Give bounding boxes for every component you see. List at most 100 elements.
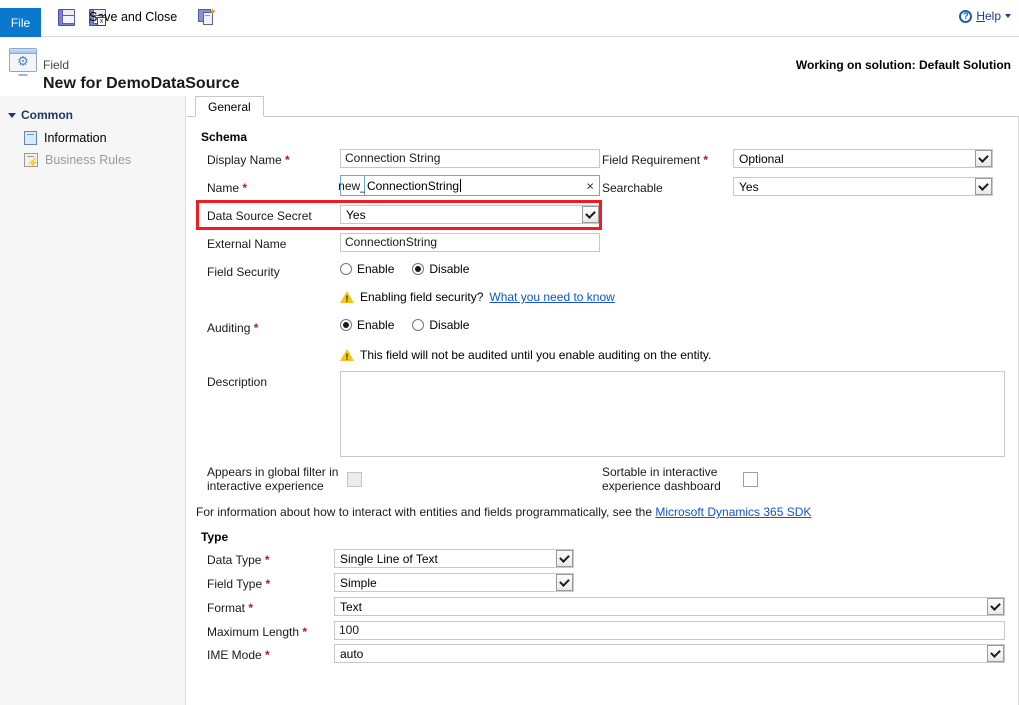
auditing-radio-group[interactable]: Enable Disable: [340, 318, 469, 332]
display-name-input[interactable]: Connection String: [340, 149, 600, 168]
external-name-label: External Name: [207, 237, 286, 251]
warning-icon: [340, 291, 354, 304]
external-name-input[interactable]: ConnectionString: [340, 233, 600, 252]
sidebar-item-business-rules: ⚡ Business Rules: [24, 153, 131, 167]
data-source-secret-value: Yes: [341, 208, 582, 222]
triangle-down-icon: [8, 113, 16, 118]
tab-strip: General: [187, 96, 1019, 117]
description-textarea[interactable]: [340, 371, 1005, 457]
searchable-label: Searchable: [602, 181, 663, 195]
page-subtitle: Field: [43, 58, 69, 72]
field-type-value: Simple: [335, 576, 556, 590]
help-menu-button[interactable]: ? Help: [959, 9, 1011, 23]
field-security-warning-text: Enabling field security?: [360, 290, 483, 304]
sidebar-item-label: Information: [44, 131, 107, 145]
auditing-enable-label: Enable: [357, 318, 394, 332]
chevron-down-icon: [556, 550, 573, 567]
field-type-label: Field Type *: [207, 577, 270, 591]
file-menu-button[interactable]: File: [0, 8, 41, 37]
field-security-disable-radio[interactable]: Disable: [412, 262, 469, 276]
searchable-dropdown[interactable]: Yes: [733, 177, 993, 196]
chevron-down-icon: [975, 150, 992, 167]
field-requirement-label: Field Requirement *: [602, 153, 708, 167]
data-type-label: Data Type *: [207, 553, 270, 567]
name-field-group[interactable]: new_ ConnectionString ×: [340, 175, 600, 196]
field-security-label: Field Security: [207, 265, 280, 279]
business-rules-icon: ⚡: [24, 153, 38, 167]
maximum-length-input[interactable]: 100: [334, 621, 1005, 640]
display-name-label: Display Name *: [207, 153, 290, 167]
sdk-info-text: For information about how to interact wi…: [196, 505, 652, 519]
sortable-label: Sortable in interactiveexperience dashbo…: [602, 465, 742, 493]
name-prefix: new_: [340, 175, 365, 196]
auditing-enable-radio[interactable]: Enable: [340, 318, 394, 332]
gear-icon: ⚙: [17, 55, 29, 68]
global-filter-checkbox: [347, 472, 362, 487]
radio-circle-icon: [412, 319, 424, 331]
sdk-link[interactable]: Microsoft Dynamics 365 SDK: [655, 505, 811, 519]
field-entity-icon: ⚙: [9, 48, 37, 72]
clear-icon[interactable]: ×: [586, 179, 594, 192]
field-type-dropdown[interactable]: Simple: [334, 573, 574, 592]
data-source-secret-label: Data Source Secret: [207, 209, 312, 223]
field-security-help-link[interactable]: What you need to know: [489, 290, 614, 304]
chevron-down-icon: [987, 645, 1004, 662]
auditing-disable-radio[interactable]: Disable: [412, 318, 469, 332]
new-record-icon: ✦: [198, 9, 216, 26]
global-filter-label: Appears in global filter ininteractive e…: [207, 465, 342, 493]
radio-circle-selected-icon: [340, 319, 352, 331]
auditing-warning-text: This field will not be audited until you…: [360, 348, 711, 362]
main-content: General Schema Display Name * Connection…: [187, 96, 1019, 705]
new-record-button[interactable]: ✦: [195, 4, 219, 30]
name-input[interactable]: ConnectionString ×: [365, 175, 600, 196]
chevron-down-icon: [582, 206, 599, 223]
name-value: ConnectionString: [367, 179, 459, 193]
schema-section-title: Schema: [201, 130, 247, 144]
auditing-warning: This field will not be audited until you…: [340, 348, 711, 362]
solution-context-label: Working on solution: Default Solution: [796, 58, 1011, 72]
sortable-checkbox[interactable]: [743, 472, 758, 487]
chevron-down-icon: [987, 598, 1004, 615]
data-type-dropdown[interactable]: Single Line of Text: [334, 549, 574, 568]
ime-mode-label: IME Mode *: [207, 648, 270, 662]
format-value: Text: [335, 600, 987, 614]
format-dropdown[interactable]: Text: [334, 597, 1005, 616]
save-and-close-button[interactable]: x Save and Close: [86, 4, 109, 30]
new-star-icon: ✦: [209, 8, 217, 18]
data-source-secret-dropdown[interactable]: Yes: [340, 205, 600, 224]
description-label: Description: [207, 375, 267, 389]
field-security-enable-label: Enable: [357, 262, 394, 276]
field-form: Schema Display Name * Connection String …: [187, 117, 1019, 705]
data-type-value: Single Line of Text: [335, 552, 556, 566]
save-button[interactable]: [55, 4, 78, 30]
sidebar-group-common[interactable]: Common: [8, 108, 73, 122]
field-security-radio-group[interactable]: Enable Disable: [340, 262, 469, 276]
auditing-label: Auditing *: [207, 321, 258, 335]
field-requirement-dropdown[interactable]: Optional: [733, 149, 993, 168]
tab-general[interactable]: General: [195, 96, 264, 117]
maximum-length-label: Maximum Length *: [207, 625, 307, 639]
help-icon: ?: [959, 10, 972, 23]
sidebar-item-label: Business Rules: [45, 153, 131, 167]
save-icon: [58, 9, 75, 26]
chevron-down-icon: [556, 574, 573, 591]
radio-circle-icon: [340, 263, 352, 275]
format-label: Format *: [207, 601, 253, 615]
field-security-warning: Enabling field security? What you need t…: [340, 290, 615, 304]
field-security-disable-label: Disable: [429, 262, 469, 276]
sidebar-item-information[interactable]: Information: [24, 131, 107, 145]
field-requirement-value: Optional: [734, 152, 975, 166]
document-icon: [24, 131, 37, 145]
field-security-enable-radio[interactable]: Enable: [340, 262, 394, 276]
close-badge-icon: x: [97, 17, 106, 26]
help-label: Help: [976, 9, 1001, 23]
ime-mode-dropdown[interactable]: auto: [334, 644, 1005, 663]
sidebar-group-label: Common: [21, 108, 73, 122]
sdk-info-line: For information about how to interact wi…: [196, 505, 811, 519]
text-cursor: [460, 179, 461, 192]
auditing-disable-label: Disable: [429, 318, 469, 332]
tab-general-label: General: [208, 100, 251, 114]
radio-circle-selected-icon: [412, 263, 424, 275]
name-label: Name *: [207, 181, 247, 195]
warning-icon: [340, 349, 354, 362]
